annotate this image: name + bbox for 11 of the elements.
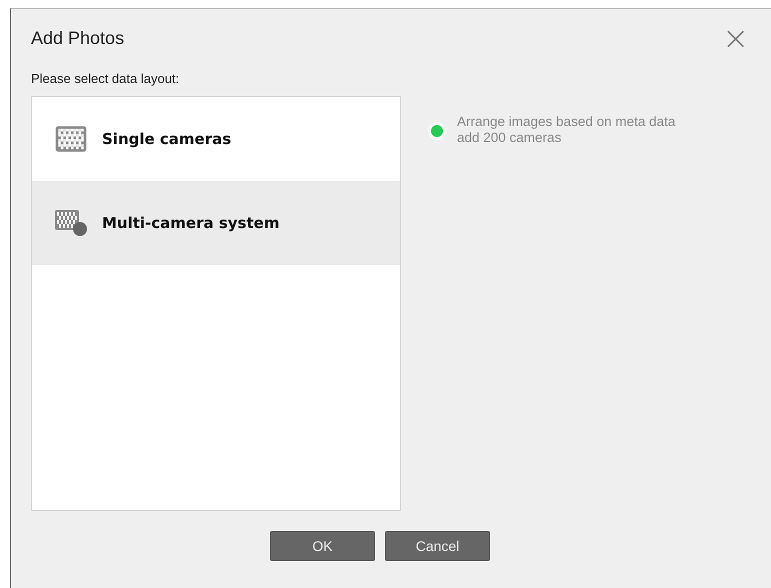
status-dot (431, 125, 443, 137)
close-button[interactable]: × (722, 22, 749, 54)
info-text: Arrange images based on meta data (457, 114, 676, 130)
info-text: add 200 cameras (457, 130, 562, 146)
checker-grid-icon (54, 125, 88, 153)
prompt-label: Please select data layout: (31, 71, 180, 86)
dialog-button[interactable]: OK (270, 531, 375, 561)
checker-grid-icon (54, 209, 88, 237)
window-title: Add Photos (31, 28, 124, 48)
layout-option[interactable]: Multi-camera system (32, 181, 400, 265)
dialog-button[interactable]: Cancel (385, 531, 490, 561)
